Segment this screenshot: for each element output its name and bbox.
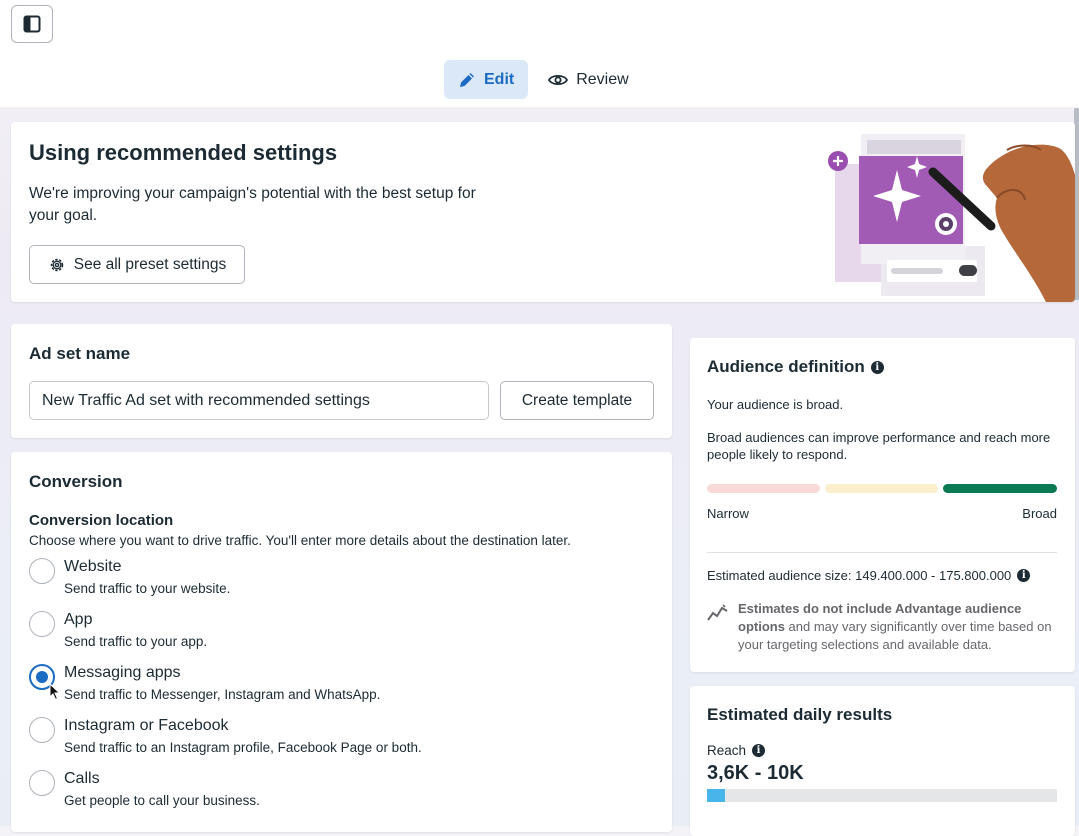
audience-definition-header: Audience definition i: [707, 357, 884, 377]
tab-review-label: Review: [576, 70, 629, 88]
radio-calls[interactable]: [29, 770, 55, 796]
mouse-cursor-icon: [49, 683, 61, 701]
see-preset-settings-label: See all preset settings: [73, 255, 227, 273]
reach-value: 3,6K - 10K: [707, 762, 804, 784]
reach-bar: [707, 789, 1057, 802]
option-label: Instagram or Facebook: [64, 717, 229, 734]
meter-broad-label: Broad: [1022, 506, 1057, 521]
banner-title: Using recommended settings: [29, 140, 338, 165]
daily-results-title: Estimated daily results: [707, 705, 893, 724]
eye-icon: [548, 74, 569, 85]
estimated-audience-size: Estimated audience size: 149.400.000 - 1…: [707, 567, 1062, 584]
conversion-card: Conversion Conversion location Choose wh…: [11, 452, 672, 832]
reach-label: Reach: [707, 743, 747, 758]
option-description: Send traffic to Messenger, Instagram and…: [64, 687, 381, 702]
option-description: Send traffic to your app.: [64, 634, 208, 649]
divider: [707, 552, 1057, 553]
info-icon[interactable]: i: [752, 744, 766, 757]
conversion-option-instagram-facebook[interactable]: Instagram or Facebook Send traffic to an…: [29, 713, 629, 757]
ad-set-name-card: Ad set name Create template: [11, 324, 672, 438]
sidebar-panel-icon: [23, 15, 41, 33]
tab-edit-label: Edit: [484, 70, 515, 88]
radio-website[interactable]: [29, 558, 55, 584]
pencil-icon: [460, 72, 474, 87]
option-label: Website: [64, 558, 122, 575]
magic-wand-illustration: [828, 134, 1075, 302]
option-label: Messaging apps: [64, 664, 181, 681]
radio-instagram-facebook[interactable]: [29, 717, 55, 743]
sidebar-toggle-button[interactable]: [11, 5, 53, 43]
reach-label-row: Reach i: [707, 743, 766, 758]
audience-breadth-meter: [707, 484, 1057, 493]
option-description: Send traffic to your website.: [64, 581, 231, 596]
estimate-note-rest: and may vary significantly over time bas…: [738, 619, 1052, 652]
conversion-option-calls[interactable]: Calls Get people to call your business.: [29, 766, 629, 810]
option-label: Calls: [64, 770, 100, 787]
conversion-location-description: Choose where you want to drive traffic. …: [29, 533, 571, 548]
tab-edit[interactable]: Edit: [444, 60, 529, 99]
audience-explanation: Broad audiences can improve performance …: [707, 430, 1051, 462]
option-description: Send traffic to an Instagram profile, Fa…: [64, 740, 422, 755]
mode-tabs: Edit Review: [444, 60, 643, 99]
audience-definition-title: Audience definition: [707, 357, 865, 376]
conversion-location-title: Conversion location: [29, 512, 174, 529]
radio-app[interactable]: [29, 611, 55, 637]
info-icon[interactable]: i: [870, 360, 884, 374]
meter-narrow-label: Narrow: [707, 506, 749, 521]
ad-set-name-title: Ad set name: [29, 344, 131, 363]
conversion-option-app[interactable]: App Send traffic to your app.: [29, 607, 629, 651]
conversion-title: Conversion: [29, 472, 123, 491]
meter-segment-specific: [825, 484, 938, 493]
conversion-option-messaging-apps[interactable]: Messaging apps Send traffic to Messenger…: [29, 660, 629, 704]
estimated-audience-size-text: Estimated audience size: 149.400.000 - 1…: [707, 568, 1012, 583]
top-bar: Edit Review: [0, 0, 1079, 107]
audience-definition-card: Audience definition i Your audience is b…: [690, 338, 1075, 672]
ad-set-name-input[interactable]: [29, 381, 489, 420]
recommended-settings-banner: Using recommended settings We're improvi…: [11, 122, 1075, 302]
option-label: App: [64, 611, 93, 628]
banner-description: We're improving your campaign's potentia…: [29, 185, 476, 224]
conversion-option-website[interactable]: Website Send traffic to your website.: [29, 554, 629, 598]
info-icon[interactable]: i: [1017, 569, 1031, 582]
gear-icon: [50, 258, 63, 271]
option-description: Get people to call your business.: [64, 793, 260, 808]
estimate-note-text: Estimates do not include Advantage audie…: [738, 600, 1062, 654]
trend-line-icon: [707, 604, 728, 621]
reach-bar-fill: [707, 789, 725, 802]
audience-status: Your audience is broad.: [707, 397, 844, 412]
create-template-button[interactable]: Create template: [500, 381, 654, 420]
meter-segment-broad: [943, 484, 1057, 493]
tab-review[interactable]: Review: [534, 60, 642, 99]
estimated-daily-results-card: Estimated daily results Reach i 3,6K - 1…: [690, 686, 1075, 836]
estimate-note: Estimates do not include Advantage audie…: [707, 600, 1062, 654]
meter-segment-narrow: [707, 484, 820, 493]
see-preset-settings-button[interactable]: See all preset settings: [29, 245, 245, 284]
